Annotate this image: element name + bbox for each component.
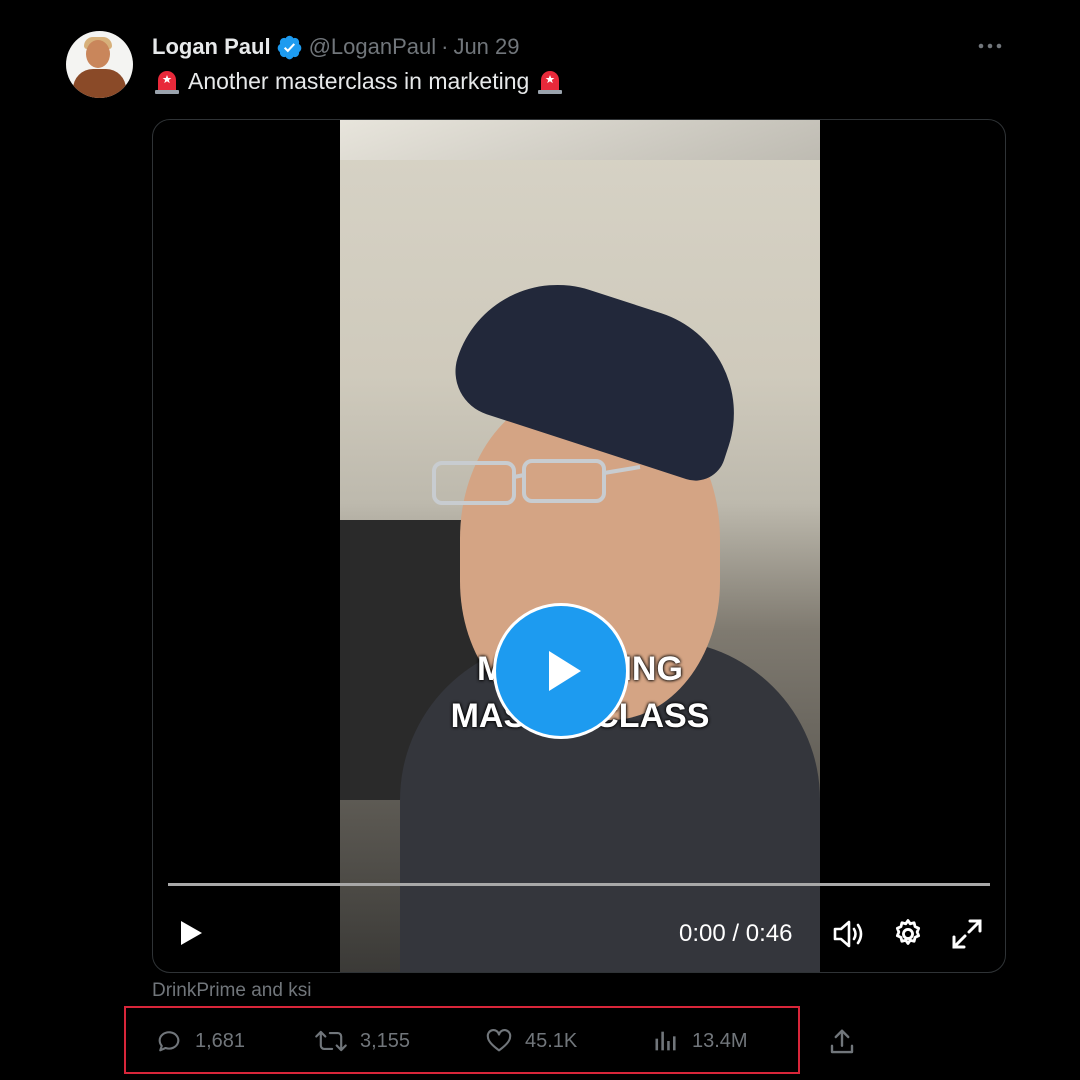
play-button[interactable] <box>493 603 629 739</box>
tweet-text: Another masterclass in marketing <box>152 66 565 96</box>
separator-dot: · <box>441 34 449 59</box>
verified-badge-icon[interactable] <box>276 34 303 61</box>
video-player[interactable]: MARKETING MASTERCLASS 0:00 / 0:46 <box>152 119 1006 973</box>
share-icon[interactable] <box>827 1027 857 1057</box>
like-count: 45.1K <box>525 1029 578 1052</box>
repost-icon <box>315 1030 347 1052</box>
reply-icon <box>158 1031 180 1052</box>
repost-button[interactable]: 3,155 <box>314 1027 410 1055</box>
fullscreen-icon[interactable] <box>950 917 984 951</box>
tweet-body: Another masterclass in marketing <box>188 67 530 94</box>
reply-button[interactable]: 1,681 <box>155 1027 245 1055</box>
author-name[interactable]: Logan Paul <box>152 34 271 60</box>
video-progress-bar[interactable] <box>168 883 990 886</box>
tweet-header: Logan Paul @LoganPaul · Jun 29 <box>152 32 520 62</box>
repost-count: 3,155 <box>360 1029 411 1052</box>
play-icon <box>549 651 581 691</box>
siren-icon <box>535 66 565 96</box>
video-person-glasses <box>432 459 641 505</box>
heart-icon <box>486 1029 512 1052</box>
settings-gear-icon[interactable] <box>891 917 925 951</box>
video-controls: 0:00 / 0:46 <box>153 910 1005 960</box>
like-button[interactable]: 45.1K <box>485 1027 577 1055</box>
reply-count: 1,681 <box>195 1029 246 1052</box>
avatar-shirt <box>73 69 126 98</box>
more-options-icon[interactable] <box>975 33 1005 59</box>
video-ceiling <box>340 120 820 160</box>
views-chart-icon <box>655 1031 676 1051</box>
volume-icon[interactable] <box>831 917 865 951</box>
avatar[interactable] <box>66 31 133 98</box>
video-frame[interactable]: MARKETING MASTERCLASS <box>340 120 820 972</box>
views-button[interactable]: 13.4M <box>652 1027 748 1055</box>
siren-icon <box>152 66 182 96</box>
video-time: 0:00 / 0:46 <box>679 920 793 947</box>
views-count: 13.4M <box>692 1029 748 1052</box>
avatar-face <box>86 40 110 68</box>
tweet-date[interactable]: Jun 29 <box>453 34 519 60</box>
video-attribution[interactable]: DrinkPrime and ksi <box>152 980 311 1002</box>
control-play-icon[interactable] <box>175 918 205 948</box>
author-handle[interactable]: @LoganPaul <box>309 34 437 60</box>
